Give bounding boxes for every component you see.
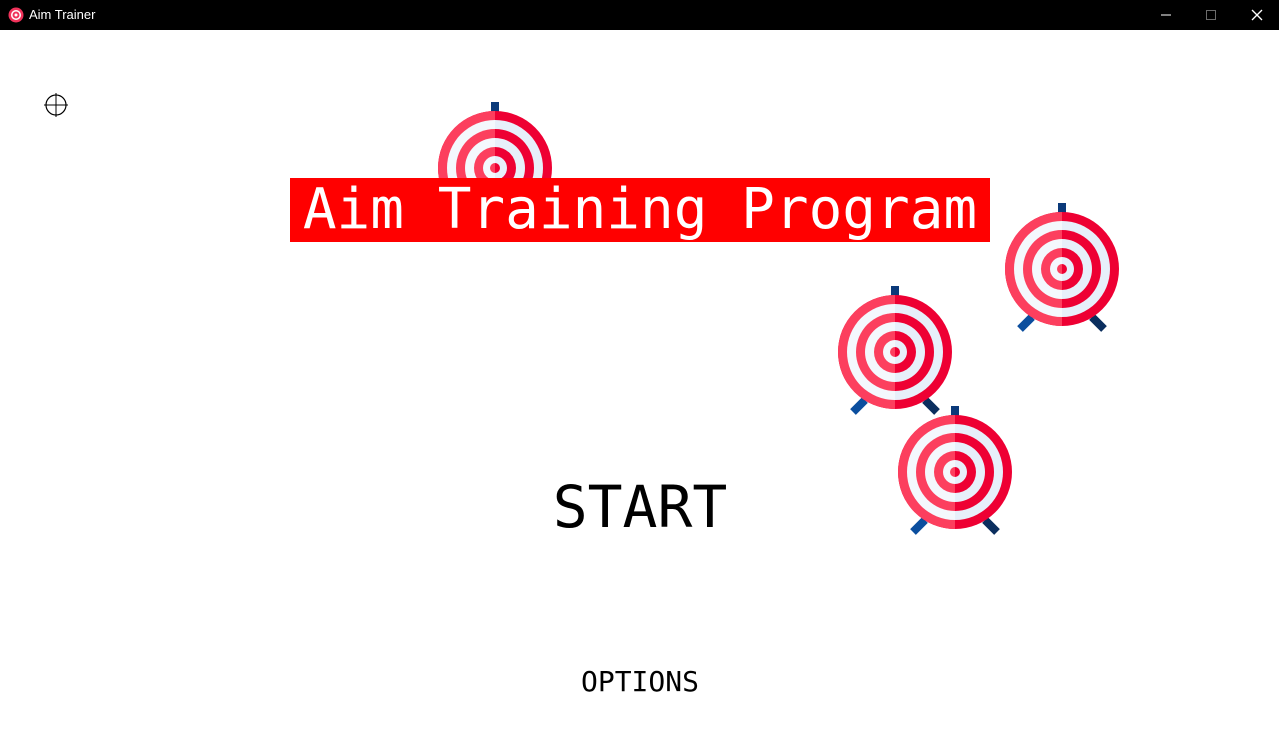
game-title-banner: Aim Training Program — [290, 178, 990, 242]
archery-target-icon[interactable] — [895, 404, 1015, 536]
options-button[interactable]: OPTIONS — [560, 662, 720, 702]
crosshair-icon — [44, 93, 68, 117]
archery-target-icon[interactable] — [1002, 201, 1122, 333]
aim-trainer-window: Aim Trainer Aim Training Program START O… — [0, 0, 1279, 747]
archery-target-icon[interactable] — [835, 284, 955, 416]
start-button[interactable]: START — [540, 470, 740, 544]
game-canvas[interactable]: Aim Training Program START OPTIONS — [0, 0, 1279, 747]
